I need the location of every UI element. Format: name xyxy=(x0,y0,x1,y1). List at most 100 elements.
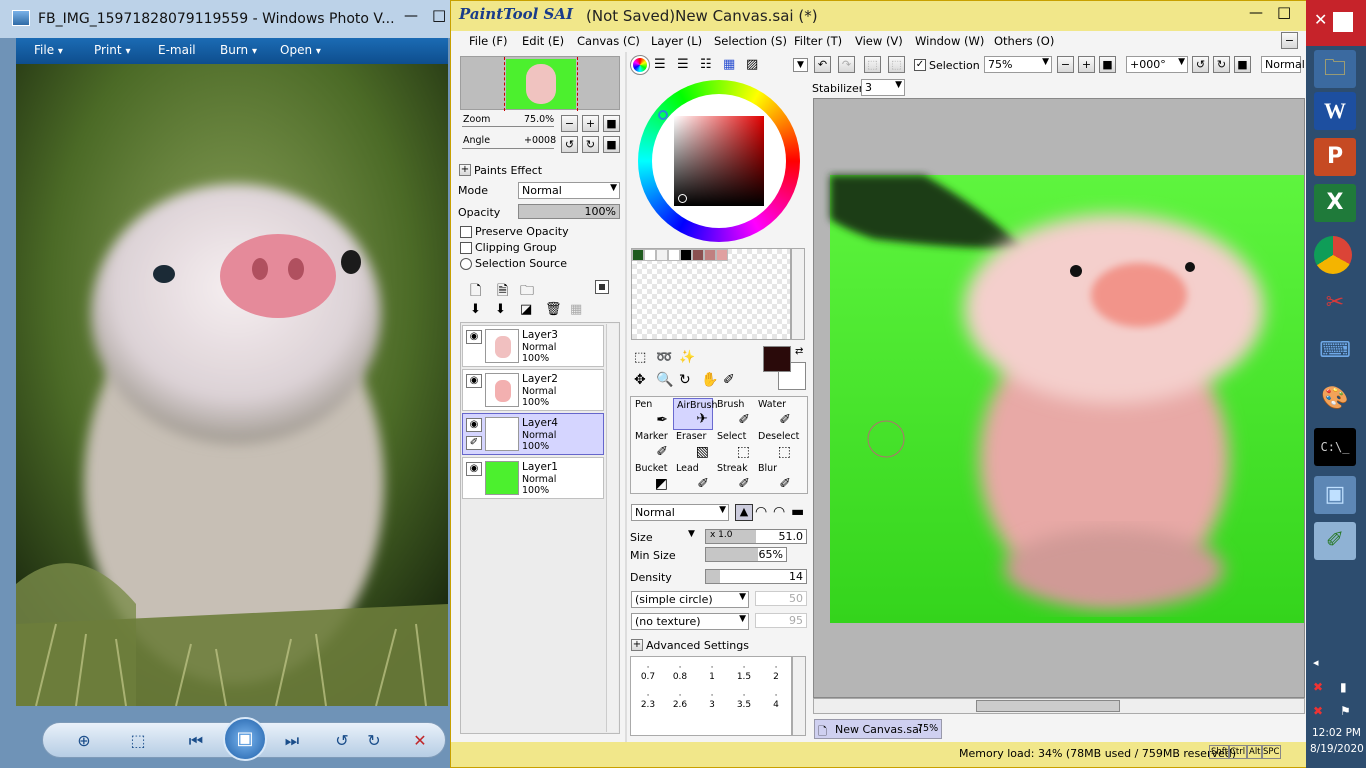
brush-shape-soft-icon[interactable]: ◠ xyxy=(755,504,767,520)
eye-icon[interactable]: ◉ xyxy=(466,330,482,344)
brush-shape-medium-icon[interactable]: ◠ xyxy=(773,504,785,520)
clock-time[interactable]: 12:02 PM xyxy=(1312,727,1361,739)
toolbar-zoom-reset-button[interactable]: ■ xyxy=(1099,56,1116,73)
color-swatch[interactable] xyxy=(716,249,728,261)
zoom-in-button[interactable]: + xyxy=(582,115,599,132)
toolbar-zoom-in-button[interactable]: + xyxy=(1078,56,1095,73)
color-square[interactable] xyxy=(674,116,764,206)
delete-icon[interactable]: ✕ xyxy=(407,729,433,753)
tool-water[interactable]: Water ✐ xyxy=(755,398,795,430)
eyedropper-icon[interactable]: ✐ xyxy=(723,372,735,388)
volume-icon[interactable]: ✖ xyxy=(1313,704,1323,718)
tool-blur[interactable]: Blur ✐ xyxy=(755,462,795,494)
color-swatch[interactable] xyxy=(692,249,704,261)
battery-icon[interactable]: ▮ xyxy=(1340,680,1347,694)
layer-scrollbar[interactable] xyxy=(606,324,618,732)
canvas-artwork[interactable] xyxy=(814,99,1304,697)
previous-icon[interactable]: ⏮ xyxy=(183,729,209,753)
brush-size-preset[interactable]: · 0.7 xyxy=(633,664,663,683)
new-linework-layer-icon[interactable]: 🗎 xyxy=(497,280,508,304)
sai-minimize-button[interactable]: — xyxy=(1249,5,1263,21)
preserve-opacity-checkbox[interactable] xyxy=(460,226,472,238)
minimize-button[interactable]: — xyxy=(404,8,418,24)
notifications-arrow-icon[interactable]: ◂ xyxy=(1313,656,1319,669)
network-icon[interactable]: ✖ xyxy=(1313,680,1323,694)
color-swatch[interactable] xyxy=(656,249,668,261)
brush-size-preset[interactable]: · 2.6 xyxy=(665,692,695,711)
eye-icon[interactable]: ◉ xyxy=(466,462,482,476)
scratchpad-icon[interactable]: ▨ xyxy=(746,57,758,72)
brush-size-preset[interactable]: · 4 xyxy=(761,692,791,711)
canvas-viewport[interactable] xyxy=(813,98,1305,698)
layer-row[interactable]: ◉ Layer2 Normal 100% xyxy=(462,369,604,411)
menu-canvas[interactable]: Canvas (C) xyxy=(577,34,640,48)
deselect-button[interactable]: ⬚ xyxy=(864,56,881,73)
clear-layer-icon[interactable]: ◪ xyxy=(520,302,532,317)
density-slider[interactable]: 14 xyxy=(705,569,807,584)
menu-file[interactable]: File ▾ xyxy=(34,43,63,57)
move-icon[interactable]: ✥ xyxy=(634,372,646,388)
color-swatch[interactable] xyxy=(632,249,644,261)
zoom-slider[interactable] xyxy=(462,126,554,127)
layer-row[interactable]: ◉ Layer3 Normal 100% xyxy=(462,325,604,367)
rgb-slider-icon[interactable]: ☰ xyxy=(654,57,666,72)
brush-texture-select[interactable]: (no texture) ▼ xyxy=(631,613,749,630)
brush-size-preset[interactable]: · 0.8 xyxy=(665,664,695,683)
start-windows-icon[interactable] xyxy=(1333,12,1353,32)
color-wheel[interactable] xyxy=(638,80,800,242)
lasso-icon[interactable]: ➿ xyxy=(656,350,672,365)
brush-size-preset[interactable]: · 1 xyxy=(697,664,727,683)
layer-row-selected[interactable]: ◉ ✐ Layer4 Normal 100% xyxy=(462,413,604,455)
transfer-down-icon[interactable]: ⬇ xyxy=(470,302,481,317)
color-swatch[interactable] xyxy=(680,249,692,261)
new-folder-icon[interactable]: 🗀 xyxy=(520,280,534,304)
next-icon[interactable]: ⏭ xyxy=(279,729,305,753)
brush-size-preset[interactable]: · 2 xyxy=(761,664,791,683)
paint-tools-icon[interactable]: ✂ xyxy=(1314,284,1356,322)
stabilizer-select[interactable]: 3 ▼ xyxy=(861,79,905,96)
hand-icon[interactable]: ✋ xyxy=(701,372,718,388)
rotate-reset-button[interactable]: ■ xyxy=(603,136,620,153)
tool-select[interactable]: Select ⬚ xyxy=(714,430,754,462)
file-explorer-icon[interactable]: 🗀 xyxy=(1314,50,1356,88)
brush-shape-flat-icon[interactable]: ▬ xyxy=(791,504,804,520)
advanced-settings-expand-icon[interactable]: + xyxy=(631,639,643,651)
tool-lead[interactable]: Lead ✐ xyxy=(673,462,713,494)
zoom-icon[interactable]: ⊕ xyxy=(71,729,97,753)
menu-open[interactable]: Open ▾ xyxy=(280,43,321,57)
document-tab[interactable]: 🗋 New Canvas.sai 75% xyxy=(814,719,942,739)
new-layer-icon[interactable]: 🗋 xyxy=(470,280,481,304)
toolbar-rotate-reset-button[interactable]: ■ xyxy=(1234,56,1251,73)
brush-size-preset[interactable]: · 2.3 xyxy=(633,692,663,711)
layer-mode-select[interactable]: Normal ▼ xyxy=(518,182,620,199)
size-dropdown-icon[interactable]: ▼ xyxy=(688,529,695,539)
merge-down-icon[interactable]: ⬇ xyxy=(495,302,506,317)
tool-eraser[interactable]: Eraser ▧ xyxy=(673,430,713,462)
redo-button[interactable]: ↷ xyxy=(838,56,855,73)
color-wheel-mode-icon[interactable] xyxy=(630,55,650,75)
brush-shape-select[interactable]: (simple circle) ▼ xyxy=(631,591,749,608)
word-icon[interactable]: W xyxy=(1314,92,1356,130)
menu-email[interactable]: E-mail xyxy=(158,43,196,57)
menu-others[interactable]: Others (O) xyxy=(994,34,1054,48)
restore-panel-button[interactable]: − xyxy=(1281,32,1298,49)
tool-streak[interactable]: Streak ✐ xyxy=(714,462,754,494)
opacity-slider[interactable]: 100% xyxy=(518,204,620,219)
magic-wand-icon[interactable]: ✨ xyxy=(679,350,695,365)
mixer-icon[interactable]: ☷ xyxy=(700,57,712,72)
brush-size-preset[interactable]: · 1.5 xyxy=(729,664,759,683)
keyboard-icon[interactable]: ⌨ xyxy=(1314,332,1356,370)
menu-file[interactable]: File (F) xyxy=(469,34,508,48)
layer-row[interactable]: ◉ Layer1 Normal 100% xyxy=(462,457,604,499)
menu-edit[interactable]: Edit (E) xyxy=(522,34,564,48)
foreground-color[interactable] xyxy=(763,346,791,372)
zoom-out-button[interactable]: − xyxy=(561,115,578,132)
slideshow-button[interactable]: ▣ xyxy=(223,717,267,761)
eye-icon[interactable]: ◉ xyxy=(466,374,482,388)
presets-scrollbar[interactable] xyxy=(792,656,806,736)
photo-viewer-titlebar[interactable]: FB_IMG_15971828079119559 - Windows Photo… xyxy=(0,0,452,38)
rotate-ccw-icon[interactable]: ↺ xyxy=(329,729,355,753)
brush-mode-select[interactable]: Normal ▼ xyxy=(631,504,729,521)
brush-size-preset[interactable]: · 3 xyxy=(697,692,727,711)
tool-bucket[interactable]: Bucket ◩ xyxy=(632,462,672,494)
